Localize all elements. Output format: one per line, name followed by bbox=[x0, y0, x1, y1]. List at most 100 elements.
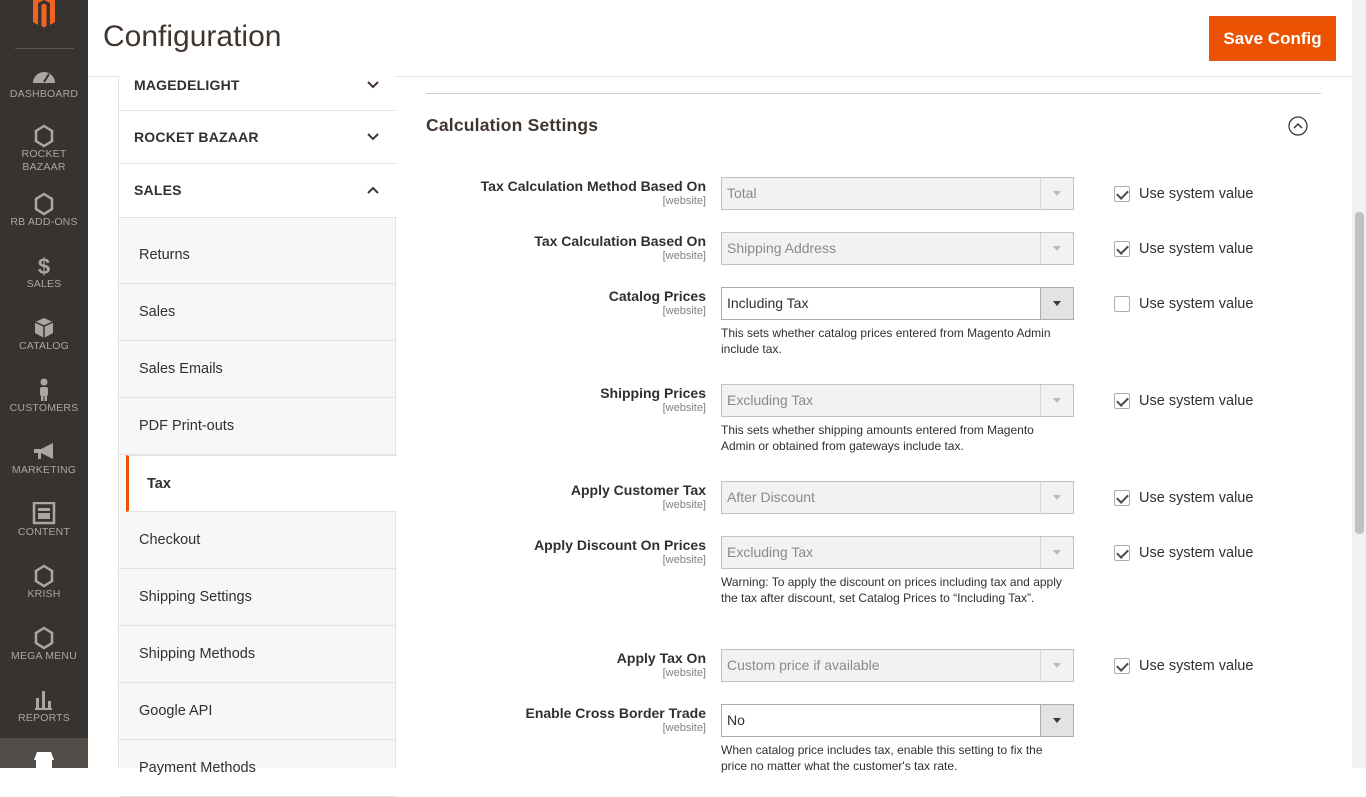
field-label: Enable Cross Border Trade [website] bbox=[525, 705, 706, 734]
nav-item-stores[interactable] bbox=[0, 738, 88, 772]
checkbox-label: Use system value bbox=[1139, 241, 1254, 257]
apply-discount-select[interactable]: Excluding Tax bbox=[721, 536, 1074, 569]
svg-text:$: $ bbox=[38, 254, 50, 278]
select-value: Excluding Tax bbox=[727, 392, 814, 408]
person-icon bbox=[40, 378, 48, 401]
bar-chart-icon bbox=[35, 691, 52, 710]
dropdown-arrow-icon bbox=[1040, 288, 1073, 319]
scrollbar-thumb[interactable] bbox=[1355, 212, 1364, 534]
tab-group-label: ROCKET BAZAAR bbox=[134, 129, 259, 145]
megaphone-icon bbox=[34, 443, 53, 459]
nav-item-mega-menu[interactable]: MEGA MENU bbox=[0, 626, 88, 688]
tab-shipping-methods[interactable]: Shipping Methods bbox=[119, 626, 396, 683]
tab-returns[interactable]: Returns bbox=[119, 227, 396, 284]
field-note: Warning: To apply the discount on prices… bbox=[721, 575, 1062, 605]
field-label: Catalog Prices [website] bbox=[609, 288, 706, 317]
checkbox-checked[interactable] bbox=[1114, 186, 1130, 202]
apply-tax-on-select[interactable]: Custom price if available bbox=[721, 649, 1074, 682]
tab-tax[interactable]: Tax bbox=[126, 455, 397, 512]
tab-sales[interactable]: Sales bbox=[119, 284, 396, 341]
tab-group-sales[interactable]: SALES bbox=[119, 164, 396, 218]
use-system-value-checkbox[interactable]: Use system value bbox=[1114, 657, 1253, 675]
use-system-value-checkbox[interactable]: Use system value bbox=[1114, 489, 1253, 507]
tab-group-magedelight[interactable]: MAGEDELIGHT bbox=[119, 60, 396, 111]
admin-menu: DASHBOARD ROCKET BAZAAR RB ADD-ONS $ SAL… bbox=[0, 0, 88, 772]
use-system-value-checkbox[interactable]: Use system value bbox=[1114, 544, 1253, 562]
nav-item-dashboard[interactable]: DASHBOARD bbox=[0, 64, 88, 126]
tab-checkout[interactable]: Checkout bbox=[119, 512, 396, 569]
section-title[interactable]: Calculation Settings bbox=[426, 115, 598, 136]
field-label-text: Tax Calculation Method Based On bbox=[480, 178, 706, 194]
nav-item-label: ROCKET BAZAAR bbox=[21, 148, 67, 173]
vertical-scrollbar[interactable] bbox=[1352, 0, 1366, 768]
chevron-down-icon bbox=[367, 133, 379, 141]
nav-item-customers[interactable]: CUSTOMERS bbox=[0, 378, 88, 440]
field-label-text: Shipping Prices bbox=[600, 385, 706, 401]
field-label: Shipping Prices [website] bbox=[600, 385, 706, 414]
shipping-prices-select[interactable]: Excluding Tax bbox=[721, 384, 1074, 417]
checkbox-label: Use system value bbox=[1139, 186, 1254, 202]
hexagon-icon bbox=[34, 124, 54, 148]
select-value: Custom price if available bbox=[727, 657, 880, 673]
field-label: Tax Calculation Method Based On [website… bbox=[481, 178, 706, 207]
nav-item-label: SALES bbox=[26, 278, 62, 290]
use-system-value-checkbox[interactable]: Use system value bbox=[1114, 392, 1253, 410]
select-value: Total bbox=[727, 185, 757, 201]
field-label-text: Enable Cross Border Trade bbox=[525, 705, 706, 721]
nav-item-rocket-bazaar[interactable]: ROCKET BAZAAR bbox=[0, 124, 88, 186]
dropdown-arrow-icon bbox=[1040, 385, 1073, 416]
section-divider bbox=[426, 93, 1321, 94]
save-config-button[interactable]: Save Config bbox=[1209, 16, 1336, 61]
dropdown-arrow-icon bbox=[1040, 233, 1073, 264]
magento-logo-icon[interactable] bbox=[0, 0, 88, 48]
config-tabs: MAGEDELIGHT ROCKET BAZAAR SALES Returns … bbox=[118, 60, 397, 797]
field-label: Tax Calculation Based On [website] bbox=[534, 233, 706, 262]
use-system-value-checkbox[interactable]: Use system value bbox=[1114, 295, 1253, 313]
tab-group-rocket-bazaar[interactable]: ROCKET BAZAAR bbox=[119, 111, 396, 164]
scope-label: [website] bbox=[662, 554, 706, 566]
catalog-prices-select[interactable]: Including Tax bbox=[721, 287, 1074, 320]
page-title: Configuration bbox=[103, 20, 282, 53]
checkbox-checked[interactable] bbox=[1114, 393, 1130, 409]
nav-item-rb-add-ons[interactable]: RB ADD-ONS bbox=[0, 192, 88, 254]
field-label-text: Catalog Prices bbox=[608, 288, 706, 304]
field-label-text: Apply Discount On Prices bbox=[534, 537, 706, 553]
hexagon-icon bbox=[34, 192, 54, 216]
use-system-value-checkbox[interactable]: Use system value bbox=[1114, 240, 1253, 258]
checkbox-checked[interactable] bbox=[1114, 490, 1130, 506]
tax-calc-method-select[interactable]: Total bbox=[721, 177, 1074, 210]
scope-label: [website] bbox=[662, 722, 706, 734]
dropdown-arrow-icon bbox=[1040, 482, 1073, 513]
tab-google-api[interactable]: Google API bbox=[119, 683, 396, 740]
tax-calc-based-on-select[interactable]: Shipping Address bbox=[721, 232, 1074, 265]
layout-icon bbox=[32, 502, 56, 525]
nav-item-krish[interactable]: KRISH bbox=[0, 564, 88, 626]
collapse-circle-icon[interactable] bbox=[1288, 116, 1308, 136]
nav-item-label: RB ADD-ONS bbox=[10, 216, 78, 228]
nav-item-label: REPORTS bbox=[18, 712, 70, 724]
nav-item-label: DASHBOARD bbox=[9, 88, 79, 100]
dropdown-arrow-icon bbox=[1040, 650, 1073, 681]
use-system-value-checkbox[interactable]: Use system value bbox=[1114, 185, 1253, 203]
tab-sales-emails[interactable]: Sales Emails bbox=[119, 341, 396, 398]
select-value: Excluding Tax bbox=[727, 544, 814, 560]
checkbox-unchecked[interactable] bbox=[1114, 296, 1130, 312]
field-label: Apply Tax On [website] bbox=[617, 650, 706, 679]
nav-item-sales[interactable]: $ SALES bbox=[0, 254, 88, 316]
dropdown-arrow-icon bbox=[1040, 178, 1073, 209]
tab-payment-methods[interactable]: Payment Methods bbox=[119, 740, 396, 797]
hexagon-icon bbox=[34, 564, 54, 588]
tab-shipping-settings[interactable]: Shipping Settings bbox=[119, 569, 396, 626]
checkbox-checked[interactable] bbox=[1114, 658, 1130, 674]
nav-item-marketing[interactable]: MARKETING bbox=[0, 440, 88, 502]
scope-label: [website] bbox=[662, 250, 706, 262]
chevron-up-icon bbox=[367, 186, 379, 194]
nav-item-catalog[interactable]: CATALOG bbox=[0, 316, 88, 378]
tab-pdf-print-outs[interactable]: PDF Print-outs bbox=[119, 398, 396, 455]
apply-customer-tax-select[interactable]: After Discount bbox=[721, 481, 1074, 514]
store-icon bbox=[34, 752, 54, 772]
checkbox-checked[interactable] bbox=[1114, 545, 1130, 561]
cross-border-trade-select[interactable]: No bbox=[721, 704, 1074, 737]
nav-item-content[interactable]: CONTENT bbox=[0, 502, 88, 564]
checkbox-checked[interactable] bbox=[1114, 241, 1130, 257]
